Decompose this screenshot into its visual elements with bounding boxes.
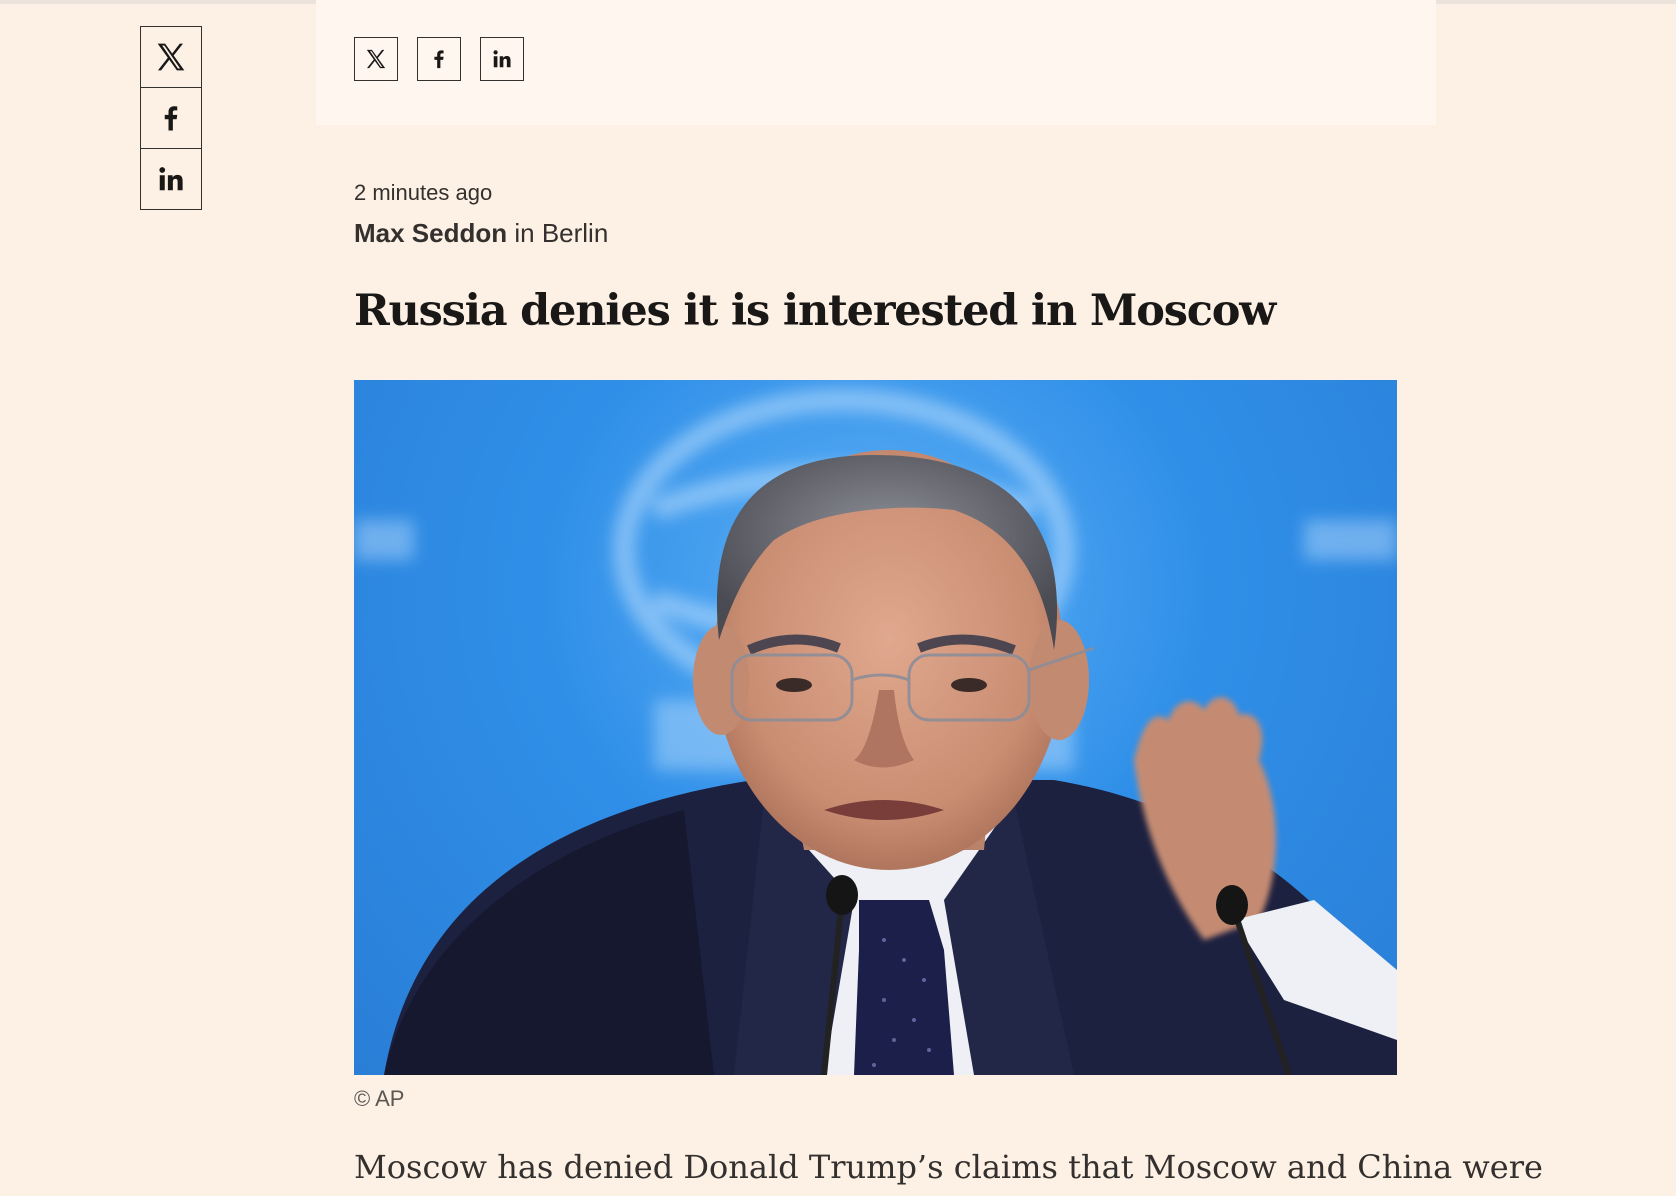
post-headline: Russia denies it is interested in Moscow bbox=[354, 286, 1276, 336]
x-logo-icon bbox=[366, 49, 386, 69]
share-bar-facebook-button[interactable] bbox=[417, 37, 461, 81]
share-rail bbox=[140, 26, 202, 210]
share-bar bbox=[354, 37, 524, 81]
image-caption: © AP bbox=[354, 1086, 405, 1111]
author-name[interactable]: Max Seddon bbox=[354, 218, 507, 248]
share-bar-x-button[interactable] bbox=[354, 37, 398, 81]
post-lede-paragraph: Moscow has denied Donald Trump’s claims … bbox=[354, 1148, 1543, 1186]
linkedin-logo-icon bbox=[493, 50, 511, 68]
share-linkedin-button[interactable] bbox=[140, 148, 202, 210]
share-facebook-button[interactable] bbox=[140, 87, 202, 149]
post-timestamp: 2 minutes ago bbox=[354, 180, 493, 205]
facebook-logo-icon bbox=[434, 50, 444, 69]
share-bar-linkedin-button[interactable] bbox=[480, 37, 524, 81]
x-logo-icon bbox=[157, 43, 185, 71]
byline: Max Seddon in Berlin bbox=[354, 218, 608, 249]
share-x-button[interactable] bbox=[140, 26, 202, 88]
linkedin-logo-icon bbox=[159, 167, 183, 191]
press-conference-photo bbox=[354, 389, 1397, 1075]
hero-photo bbox=[354, 380, 1397, 1075]
share-bar-panel bbox=[316, 0, 1436, 125]
byline-location: in Berlin bbox=[507, 218, 609, 248]
facebook-logo-icon bbox=[164, 106, 178, 131]
